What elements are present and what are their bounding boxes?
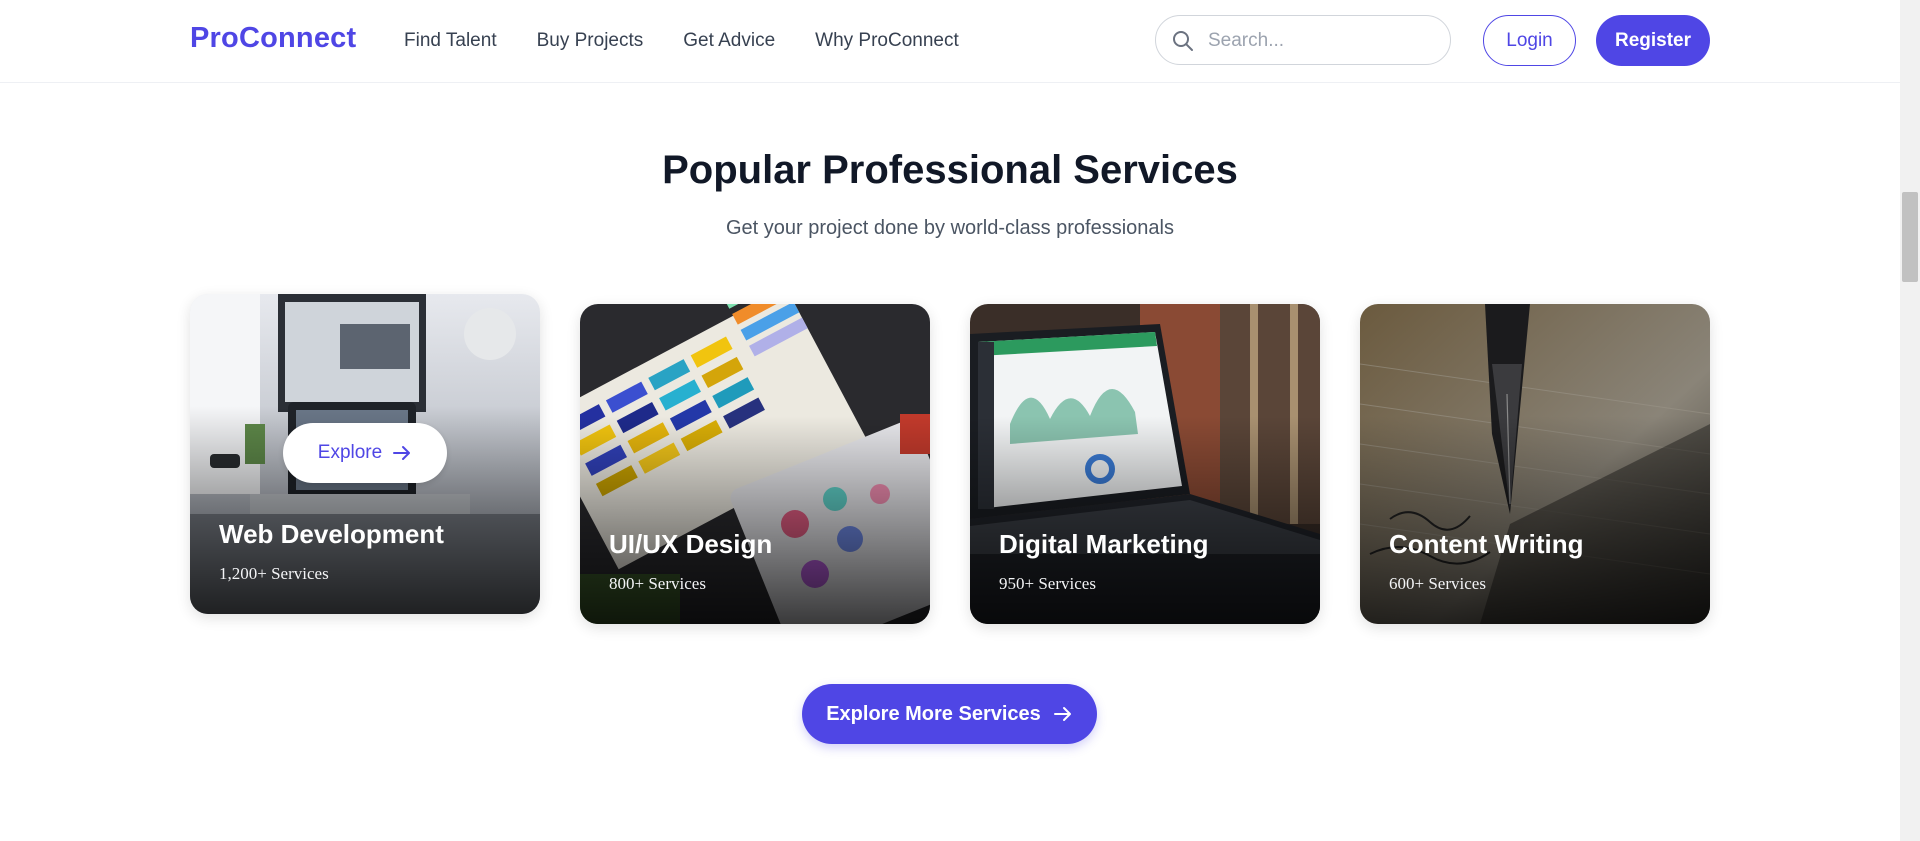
card-title: UI/UX Design [609,529,773,559]
card-service-count: 800+ Services [609,574,706,593]
card-service-count: 950+ Services [999,574,1096,593]
explore-more-services-button[interactable]: Explore More Services [802,684,1097,744]
card-service-count: 600+ Services [1389,574,1486,593]
explore-label: Explore [317,442,383,463]
nav-link-why-proconnect[interactable]: Why ProConnect [815,30,959,52]
nav-link-get-advice[interactable]: Get Advice [683,30,775,52]
login-button[interactable]: Login [1483,15,1576,66]
register-button[interactable]: Register [1596,15,1710,66]
search-box [1155,15,1451,66]
arrow-right-icon [1053,707,1071,721]
card-title: Content Writing [1389,529,1584,559]
service-card-ui-ux-design[interactable]: UI/UX Design 800+ Services [580,304,930,624]
search-input[interactable] [1206,16,1440,66]
card-service-count: 1,200+ Services [219,564,329,583]
card-title: Digital Marketing [999,529,1209,559]
page-scrollbar-thumb[interactable] [1902,192,1918,282]
section-title: Popular Professional Services [662,148,1238,192]
search-icon [1173,31,1193,51]
service-card-digital-marketing[interactable]: Digital Marketing 950+ Services [970,304,1320,624]
page-scrollbar-track[interactable] [1900,0,1920,841]
arrow-right-icon [393,446,411,460]
navbar: ProConnect Find Talent Buy Projects Get … [0,0,1900,83]
section-subtitle: Get your project done by world-class pro… [726,217,1174,239]
nav-link-find-talent[interactable]: Find Talent [404,30,497,52]
primary-nav: Find Talent Buy Projects Get Advice Why … [404,30,959,52]
explore-more-label: Explore More Services [826,702,1041,725]
service-card-web-development[interactable]: Explore Web Development 1,200+ Services [190,294,540,614]
nav-link-buy-projects[interactable]: Buy Projects [537,30,644,52]
brand-logo[interactable]: ProConnect [190,22,356,55]
card-title: Web Development [219,519,444,549]
explore-button[interactable]: Explore [283,423,447,483]
service-card-content-writing[interactable]: Content Writing 600+ Services [1360,304,1710,624]
